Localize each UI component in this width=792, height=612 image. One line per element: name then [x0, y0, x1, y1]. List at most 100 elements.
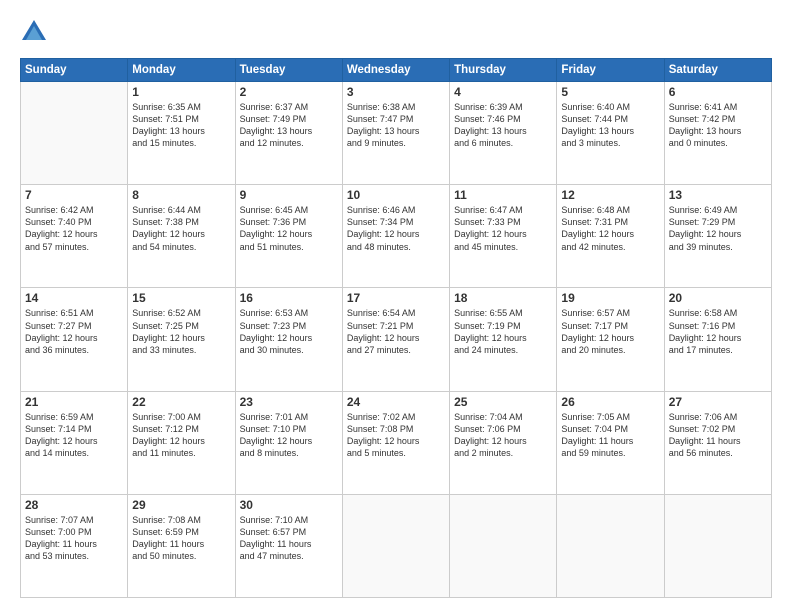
day-number: 2: [240, 85, 338, 99]
day-info: Sunrise: 6:40 AM Sunset: 7:44 PM Dayligh…: [561, 101, 659, 150]
calendar-cell: 26 Sunrise: 7:05 AM Sunset: 7:04 PM Dayli…: [557, 391, 664, 494]
day-number: 17: [347, 291, 445, 305]
week-row-4: 21 Sunrise: 6:59 AM Sunset: 7:14 PM Dayli…: [21, 391, 772, 494]
day-info: Sunrise: 6:54 AM Sunset: 7:21 PM Dayligh…: [347, 307, 445, 356]
day-info: Sunrise: 6:59 AM Sunset: 7:14 PM Dayligh…: [25, 411, 123, 460]
day-number: 28: [25, 498, 123, 512]
calendar-cell: [664, 494, 771, 597]
day-info: Sunrise: 6:55 AM Sunset: 7:19 PM Dayligh…: [454, 307, 552, 356]
day-number: 5: [561, 85, 659, 99]
calendar-cell: 27Sunrise: 7:06 AM Sunset: 7:02 PM Dayli…: [664, 391, 771, 494]
day-info: Sunrise: 6:53 AM Sunset: 7:23 PM Dayligh…: [240, 307, 338, 356]
day-number: 15: [132, 291, 230, 305]
day-number: 4: [454, 85, 552, 99]
week-row-3: 14 Sunrise: 6:51 AM Sunset: 7:27 PM Dayli…: [21, 288, 772, 391]
calendar-cell: 9 Sunrise: 6:45 AM Sunset: 7:36 PM Daylig…: [235, 185, 342, 288]
calendar-cell: 19 Sunrise: 6:57 AM Sunset: 7:17 PM Dayli…: [557, 288, 664, 391]
day-number: 25: [454, 395, 552, 409]
day-number: 27: [669, 395, 767, 409]
calendar-cell: 30 Sunrise: 7:10 AM Sunset: 6:57 PM Dayli…: [235, 494, 342, 597]
day-info: Sunrise: 6:58 AM Sunset: 7:16 PM Dayligh…: [669, 307, 767, 356]
header-day-thursday: Thursday: [450, 59, 557, 82]
day-number: 9: [240, 188, 338, 202]
day-info: Sunrise: 6:35 AM Sunset: 7:51 PM Dayligh…: [132, 101, 230, 150]
day-number: 23: [240, 395, 338, 409]
day-number: 26: [561, 395, 659, 409]
calendar-cell: 6 Sunrise: 6:41 AM Sunset: 7:42 PM Daylig…: [664, 82, 771, 185]
day-info: Sunrise: 7:08 AM Sunset: 6:59 PM Dayligh…: [132, 514, 230, 563]
calendar-cell: 12Sunrise: 6:48 AM Sunset: 7:31 PM Dayli…: [557, 185, 664, 288]
calendar-cell: 4 Sunrise: 6:39 AM Sunset: 7:46 PM Daylig…: [450, 82, 557, 185]
calendar-cell: 3 Sunrise: 6:38 AM Sunset: 7:47 PM Daylig…: [342, 82, 449, 185]
day-number: 29: [132, 498, 230, 512]
day-number: 20: [669, 291, 767, 305]
logo-icon: [20, 18, 48, 46]
calendar-cell: 18Sunrise: 6:55 AM Sunset: 7:19 PM Dayli…: [450, 288, 557, 391]
calendar-cell: 10 Sunrise: 6:46 AM Sunset: 7:34 PM Dayli…: [342, 185, 449, 288]
calendar-cell: 17 Sunrise: 6:54 AM Sunset: 7:21 PM Dayli…: [342, 288, 449, 391]
day-info: Sunrise: 6:57 AM Sunset: 7:17 PM Dayligh…: [561, 307, 659, 356]
day-info: Sunrise: 6:51 AM Sunset: 7:27 PM Dayligh…: [25, 307, 123, 356]
day-info: Sunrise: 6:38 AM Sunset: 7:47 PM Dayligh…: [347, 101, 445, 150]
calendar-cell: [450, 494, 557, 597]
calendar-cell: 23 Sunrise: 7:01 AM Sunset: 7:10 PM Dayli…: [235, 391, 342, 494]
day-info: Sunrise: 6:37 AM Sunset: 7:49 PM Dayligh…: [240, 101, 338, 150]
header-day-saturday: Saturday: [664, 59, 771, 82]
day-number: 12: [561, 188, 659, 202]
day-info: Sunrise: 7:01 AM Sunset: 7:10 PM Dayligh…: [240, 411, 338, 460]
calendar-cell: [557, 494, 664, 597]
day-number: 14: [25, 291, 123, 305]
calendar-table: SundayMondayTuesdayWednesdayThursdayFrid…: [20, 58, 772, 598]
calendar-cell: 7Sunrise: 6:42 AM Sunset: 7:40 PM Daylig…: [21, 185, 128, 288]
day-info: Sunrise: 6:47 AM Sunset: 7:33 PM Dayligh…: [454, 204, 552, 253]
calendar-cell: 1 Sunrise: 6:35 AM Sunset: 7:51 PM Daylig…: [128, 82, 235, 185]
header-day-friday: Friday: [557, 59, 664, 82]
day-info: Sunrise: 7:10 AM Sunset: 6:57 PM Dayligh…: [240, 514, 338, 563]
logo: [20, 18, 52, 48]
calendar-cell: 8 Sunrise: 6:44 AM Sunset: 7:38 PM Daylig…: [128, 185, 235, 288]
day-info: Sunrise: 7:02 AM Sunset: 7:08 PM Dayligh…: [347, 411, 445, 460]
calendar-cell: 24 Sunrise: 7:02 AM Sunset: 7:08 PM Dayli…: [342, 391, 449, 494]
day-number: 19: [561, 291, 659, 305]
day-number: 16: [240, 291, 338, 305]
calendar-cell: 28Sunrise: 7:07 AM Sunset: 7:00 PM Dayli…: [21, 494, 128, 597]
day-info: Sunrise: 6:41 AM Sunset: 7:42 PM Dayligh…: [669, 101, 767, 150]
calendar-cell: 22Sunrise: 7:00 AM Sunset: 7:12 PM Dayli…: [128, 391, 235, 494]
day-number: 30: [240, 498, 338, 512]
day-number: 13: [669, 188, 767, 202]
day-info: Sunrise: 6:46 AM Sunset: 7:34 PM Dayligh…: [347, 204, 445, 253]
day-info: Sunrise: 6:52 AM Sunset: 7:25 PM Dayligh…: [132, 307, 230, 356]
page: SundayMondayTuesdayWednesdayThursdayFrid…: [0, 0, 792, 612]
header: [20, 18, 772, 48]
calendar-cell: 25Sunrise: 7:04 AM Sunset: 7:06 PM Dayli…: [450, 391, 557, 494]
calendar-cell: 2 Sunrise: 6:37 AM Sunset: 7:49 PM Daylig…: [235, 82, 342, 185]
calendar-cell: 21 Sunrise: 6:59 AM Sunset: 7:14 PM Dayli…: [21, 391, 128, 494]
day-number: 8: [132, 188, 230, 202]
header-row: SundayMondayTuesdayWednesdayThursdayFrid…: [21, 59, 772, 82]
calendar-cell: [21, 82, 128, 185]
day-info: Sunrise: 6:42 AM Sunset: 7:40 PM Dayligh…: [25, 204, 123, 253]
day-number: 10: [347, 188, 445, 202]
day-number: 21: [25, 395, 123, 409]
calendar-body: 1 Sunrise: 6:35 AM Sunset: 7:51 PM Daylig…: [21, 82, 772, 598]
day-number: 3: [347, 85, 445, 99]
week-row-1: 1 Sunrise: 6:35 AM Sunset: 7:51 PM Daylig…: [21, 82, 772, 185]
week-row-2: 7Sunrise: 6:42 AM Sunset: 7:40 PM Daylig…: [21, 185, 772, 288]
calendar-cell: 16 Sunrise: 6:53 AM Sunset: 7:23 PM Dayli…: [235, 288, 342, 391]
day-number: 11: [454, 188, 552, 202]
day-info: Sunrise: 7:05 AM Sunset: 7:04 PM Dayligh…: [561, 411, 659, 460]
day-number: 6: [669, 85, 767, 99]
header-day-tuesday: Tuesday: [235, 59, 342, 82]
day-number: 1: [132, 85, 230, 99]
calendar-cell: 14 Sunrise: 6:51 AM Sunset: 7:27 PM Dayli…: [21, 288, 128, 391]
calendar-cell: [342, 494, 449, 597]
week-row-5: 28Sunrise: 7:07 AM Sunset: 7:00 PM Dayli…: [21, 494, 772, 597]
calendar-cell: 5 Sunrise: 6:40 AM Sunset: 7:44 PM Daylig…: [557, 82, 664, 185]
header-day-sunday: Sunday: [21, 59, 128, 82]
day-info: Sunrise: 6:39 AM Sunset: 7:46 PM Dayligh…: [454, 101, 552, 150]
day-info: Sunrise: 6:44 AM Sunset: 7:38 PM Dayligh…: [132, 204, 230, 253]
day-number: 22: [132, 395, 230, 409]
day-info: Sunrise: 6:45 AM Sunset: 7:36 PM Dayligh…: [240, 204, 338, 253]
day-number: 24: [347, 395, 445, 409]
calendar-cell: 20 Sunrise: 6:58 AM Sunset: 7:16 PM Dayli…: [664, 288, 771, 391]
